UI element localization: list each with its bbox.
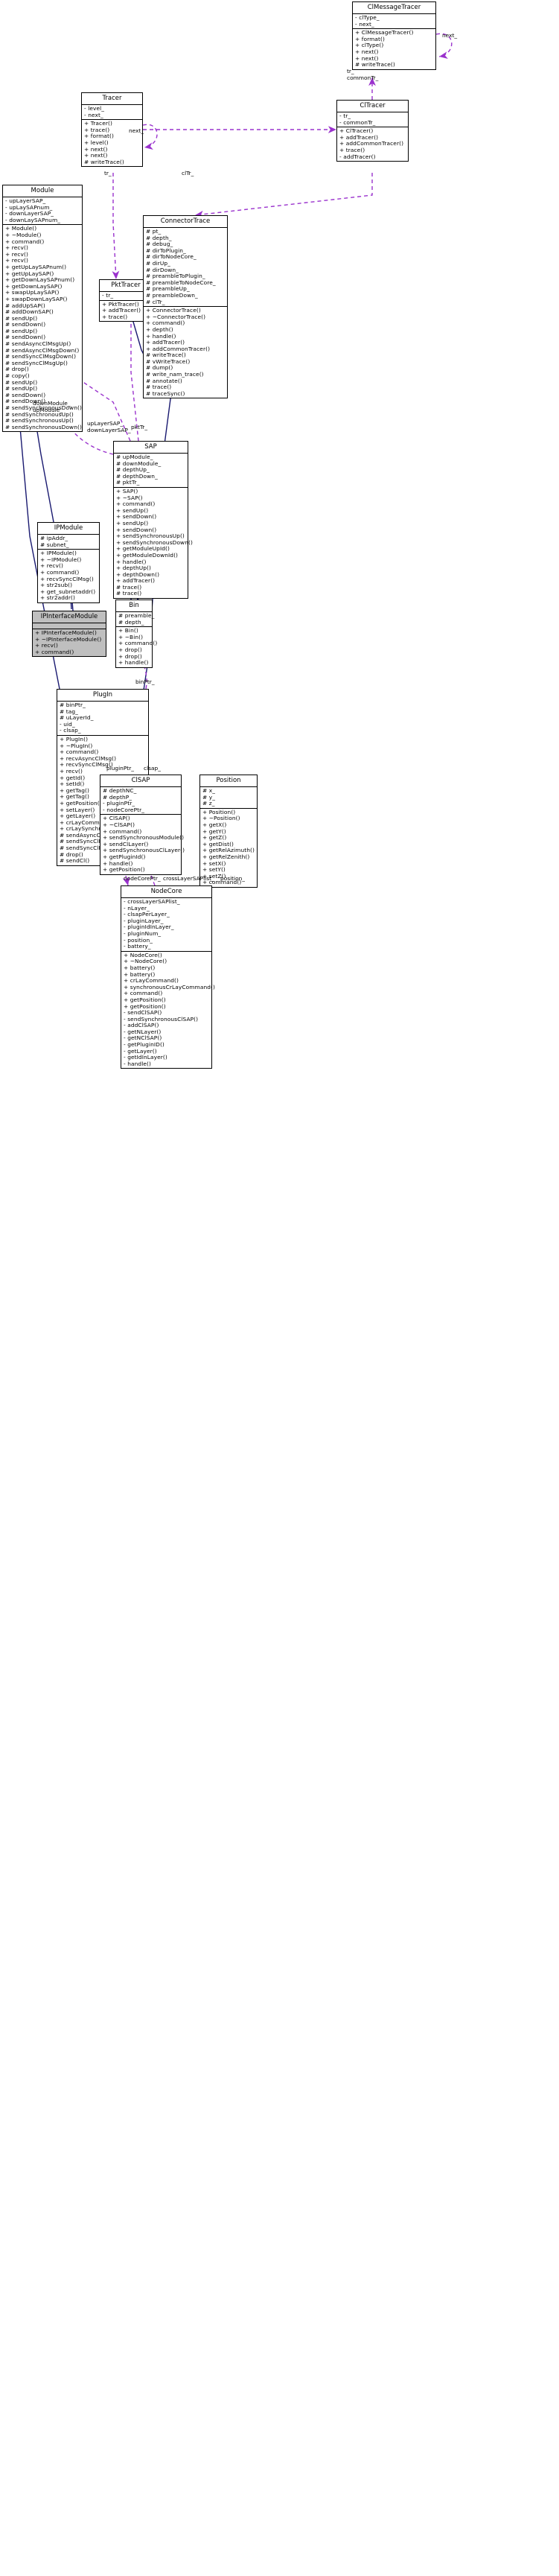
- edge-label-line: tr_: [104, 170, 112, 176]
- edge-label-line: position_: [220, 875, 245, 882]
- edge-label-tr1: tr_: [104, 170, 112, 177]
- edge-label-line: binPtr_: [135, 678, 155, 685]
- class-attribute: # clTr_: [146, 298, 165, 305]
- class-node-nodecore[interactable]: NodeCore - crossLayerSAPlist_ - nLayer_ - c…: [121, 885, 215, 1069]
- edge-label-line: downLayerSAP_: [87, 426, 131, 433]
- class-attribute: # z_: [202, 800, 215, 807]
- class-attribute: - next_: [355, 20, 374, 28]
- diagram-canvas: ClMessageTracer - clType_ - next_ + ClMessa…: [0, 0, 559, 2576]
- class-node-clmessagetracer[interactable]: ClMessageTracer - clType_ - next_ + ClMessa…: [352, 1, 436, 70]
- diagram-edges: [0, 33, 453, 886]
- class-operations: + IPInterfaceModule() + ~IPInterfaceModul…: [33, 629, 106, 656]
- class-attribute: # depth_: [118, 618, 144, 626]
- edge-label-line: clsap_: [144, 765, 161, 772]
- class-attribute: # subnet_: [40, 541, 69, 548]
- edge-label-commontr1: tr_ commonTr_: [347, 68, 379, 81]
- edge-label-upsap: upLayerSAP_ downLayerSAP_: [87, 420, 131, 433]
- edge-label-line: next_: [442, 32, 458, 39]
- class-operation: # writeTrace(): [355, 61, 395, 69]
- class-operation: + getPosition(): [103, 866, 145, 874]
- class-node-clsap[interactable]: ClSAP # depthNC_ # depthP_ - pluginPtr_ - no…: [100, 775, 185, 875]
- class-operations: + NodeCore() + ~NodeCore() + battery() + ba…: [121, 952, 215, 1069]
- edge-label-nodecoreptr: nodeCorePtr_: [124, 875, 161, 882]
- class-attributes: # x_ # y_ # z_: [200, 787, 257, 809]
- edge-label-next1: next_: [442, 32, 458, 39]
- class-attributes: # depthNC_ # depthP_ - pluginPtr_ - nodeCor…: [100, 787, 181, 815]
- edge-label-pkttr: pktTr_: [131, 424, 147, 431]
- class-name: SAP: [114, 442, 188, 454]
- class-name: ClTracer: [337, 101, 408, 112]
- class-attributes-empty: [33, 623, 106, 629]
- edge-label-line: crossLayerSAPlist_: [163, 875, 214, 882]
- class-name: Tracer: [82, 93, 142, 105]
- class-attribute: - nodeCorePtr_: [103, 806, 145, 813]
- edge-label-line: pktTr_: [131, 424, 148, 430]
- class-name: IPModule: [38, 523, 99, 535]
- class-attribute: - downLaySAPnum_: [5, 216, 61, 223]
- class-attributes: - tr_ - commonTr_: [337, 112, 408, 128]
- class-operations: + IPModule() + ~IPModule() + recv() + comma…: [38, 550, 99, 602]
- class-attributes: - upLayerSAP_ - upLaySAPnum_ - downLayerSA…: [3, 197, 82, 226]
- class-operation: # traceSync(): [146, 389, 185, 397]
- class-attribute: - next_: [84, 111, 103, 118]
- class-name: ClMessageTracer: [353, 2, 435, 14]
- class-attribute: - clsap_: [60, 727, 81, 734]
- class-operations: + ClSAP() + ~ClSAP() + command() + sendSync…: [100, 815, 185, 874]
- edge-label-line: clTr_: [182, 170, 194, 176]
- class-attribute: - battery_: [124, 943, 151, 950]
- class-operation: + command(): [35, 648, 74, 655]
- class-node-bin[interactable]: Bin # preamble_ # depth_ + Bin() + ~Bin() + c…: [115, 600, 157, 668]
- class-node-position[interactable]: Position # x_ # y_ # z_ + Position() + ~Posit…: [199, 775, 258, 888]
- class-name: Bin: [116, 600, 152, 612]
- class-operation: # trace(): [116, 590, 142, 597]
- class-operation: - addTracer(): [339, 153, 376, 160]
- edge-label-line: pluginPtr_: [106, 765, 134, 772]
- edge-label-line: nodeCorePtr_: [124, 875, 161, 882]
- class-attribute: - commonTr_: [339, 118, 376, 126]
- edge-label-positionlbl: position_: [220, 875, 245, 882]
- class-node-sap[interactable]: SAP # upModule_ # downModule_ # depthUp_ # d…: [113, 441, 193, 600]
- class-attributes: # ipAddr_ # subnet_: [38, 535, 99, 550]
- class-name: PlugIn: [57, 690, 148, 702]
- class-attributes: - clType_ - next_: [353, 14, 435, 30]
- edge-label-crosslayer: crossLayerSAPlist_: [163, 875, 214, 882]
- edge-label-clsaplbl: clsap_: [144, 765, 161, 772]
- edge-label-line: next_: [129, 127, 144, 134]
- class-operations: + ClMessageTracer() + format() + clType() +…: [353, 29, 435, 69]
- class-operation: + handle(): [118, 659, 149, 667]
- class-attributes: # preamble_ # depth_: [116, 612, 154, 628]
- class-node-connectortrace[interactable]: ConnectorTrace # pt_ # depth_ # debug_ # dir…: [143, 215, 228, 399]
- class-attributes: - crossLayerSAPlist_ - nLayer_ - clsapPerL…: [121, 898, 211, 952]
- class-attributes: # pt_ # depth_ # debug_ # dirToPlugin_ # dir…: [144, 228, 227, 308]
- class-operation: + str2addr(): [40, 594, 75, 602]
- class-operation: - handle(): [124, 1060, 151, 1067]
- class-operations: + SAP() + ~SAP() + command() + sendUp() + se…: [114, 488, 193, 598]
- class-name: ConnectorTrace: [144, 216, 227, 228]
- class-node-module[interactable]: Module - upLayerSAP_ - upLaySAPnum_ - downL…: [2, 185, 83, 433]
- class-node-ipinterfacemodule[interactable]: IPInterfaceModule + IPInterfaceModule() + …: [32, 611, 106, 658]
- edge-label-cltr1: clTr_: [182, 170, 194, 177]
- class-name: NodeCore: [121, 886, 211, 898]
- class-name: IPInterfaceModule: [33, 611, 106, 623]
- edge-label-downmod: downModule_ upModule_: [33, 400, 71, 413]
- class-attributes: # upModule_ # downModule_ # depthUp_ # dept…: [114, 454, 188, 488]
- class-node-cltracer[interactable]: ClTracer - tr_ - commonTr_ + ClTracer() + ad…: [336, 100, 409, 162]
- edge-label-binptr: binPtr_: [135, 678, 155, 686]
- edge-label-pluginptr: pluginPtr_: [106, 765, 134, 772]
- class-operations: + Bin() + ~Bin() + command() + drop() + drop…: [116, 627, 157, 667]
- class-operation: # sendSynchronousDown(): [5, 423, 82, 430]
- class-node-ipmodule[interactable]: IPModule # ipAddr_ # subnet_ + IPModule() + …: [37, 522, 100, 603]
- edge-label-line: commonTr_: [347, 74, 379, 81]
- class-name: Position: [200, 775, 257, 787]
- class-operations: + ConnectorTrace() + ~ConnectorTrace() + c…: [144, 307, 227, 398]
- class-attributes: # binPtr_ # tag_ # uLayerId_ - uid_ - clsap_: [57, 702, 148, 736]
- class-operation: # writeTrace(): [84, 158, 124, 165]
- edge-label-line: upModule_: [33, 406, 63, 413]
- class-operations: + ClTracer() + addTracer() + addCommonTrac…: [337, 127, 408, 161]
- class-attribute: # pktTr_: [116, 479, 140, 486]
- class-name: ClSAP: [100, 775, 181, 787]
- class-attributes: - level_ - next_: [82, 105, 142, 121]
- class-name: Module: [3, 185, 82, 197]
- edge-label-next2: next_: [129, 127, 144, 135]
